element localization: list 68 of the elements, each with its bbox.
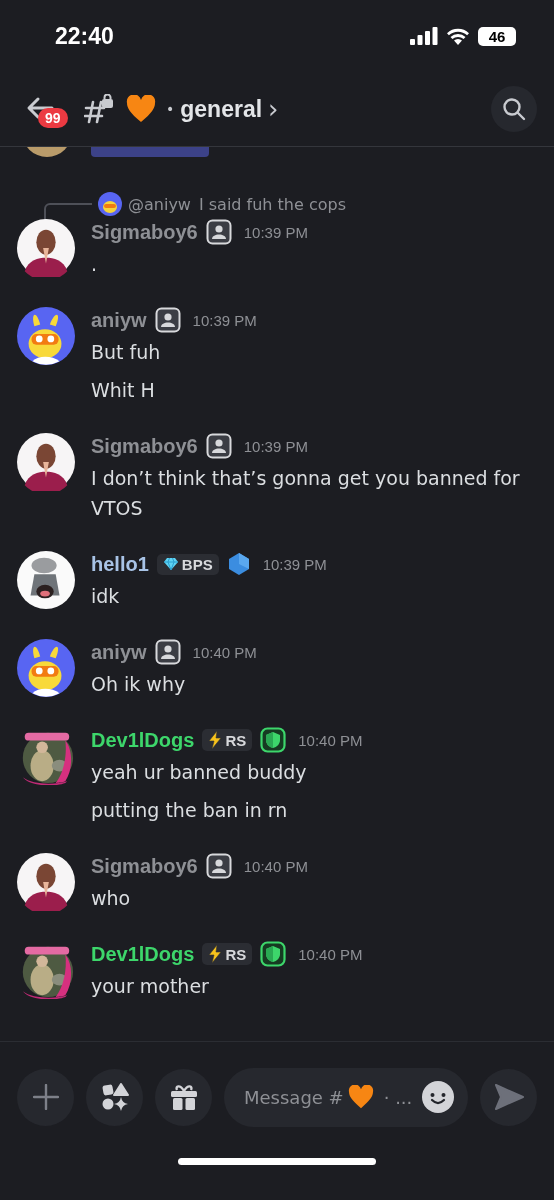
avatar[interactable] — [17, 433, 75, 491]
wifi-icon — [446, 27, 470, 45]
unread-badge: 99 — [38, 108, 68, 128]
message-text: Whit H — [91, 378, 156, 403]
hexagon-icon — [226, 552, 251, 576]
reply-avatar — [98, 192, 122, 216]
username[interactable]: Dev1lDogs — [91, 942, 195, 966]
username[interactable]: Dev1lDogs — [91, 728, 195, 752]
message-text: Oh ik why — [91, 672, 187, 697]
message-text: putting the ban in rn — [91, 798, 289, 823]
timestamp: 10:39 PM — [243, 223, 308, 241]
username[interactable]: aniyw — [91, 308, 147, 332]
timestamp: 10:40 PM — [298, 731, 363, 749]
guild-tag[interactable]: RS — [202, 729, 253, 751]
message-text: yeah ur banned buddy — [91, 760, 308, 785]
reply-author[interactable]: @aniyw — [128, 194, 191, 214]
plus-icon — [32, 1084, 59, 1110]
timestamp: 10:39 PM — [243, 437, 308, 455]
person-badge-icon — [154, 639, 181, 665]
heart-icon — [347, 1085, 374, 1109]
lightning-icon — [208, 945, 223, 963]
reply-text: I said fuh the cops — [198, 194, 346, 214]
timestamp: 10:40 PM — [192, 643, 257, 661]
chevron-icon[interactable]: › — [268, 96, 279, 122]
shield-icon — [260, 941, 287, 967]
locked-channel-icon — [84, 94, 114, 124]
person-badge-icon — [205, 219, 232, 245]
avatar[interactable] — [17, 639, 75, 697]
message-text: your mother — [91, 974, 210, 999]
heart-icon — [126, 95, 156, 123]
guild-tag[interactable]: BPS — [156, 553, 219, 575]
person-badge-icon — [205, 853, 232, 879]
message-text: I don’t think that’s gonna get you banned for VTOS — [91, 466, 521, 521]
timestamp: 10:39 PM — [192, 311, 257, 329]
smiley-icon[interactable] — [422, 1081, 454, 1113]
avatar[interactable] — [17, 219, 75, 277]
shapes-icon — [100, 1083, 129, 1111]
battery-icon: 46 — [478, 26, 516, 46]
gem-icon — [162, 557, 179, 571]
search-icon — [502, 97, 526, 121]
message-text: But fuh — [91, 340, 162, 365]
username[interactable]: aniyw — [91, 640, 147, 664]
guild-tag[interactable]: RS — [202, 943, 253, 965]
avatar[interactable] — [17, 853, 75, 911]
avatar[interactable] — [17, 551, 75, 609]
avatar[interactable] — [17, 307, 75, 365]
gift-icon — [169, 1083, 198, 1111]
separator-dot: • — [166, 101, 175, 117]
message-text: who — [91, 886, 132, 911]
username[interactable]: hello1 — [91, 552, 149, 576]
status-time: 22:40 — [55, 22, 114, 50]
message-text: idk — [91, 584, 121, 609]
search-button[interactable] — [491, 86, 537, 132]
timestamp: 10:40 PM — [298, 945, 363, 963]
timestamp: 10:39 PM — [262, 555, 327, 573]
shield-icon — [260, 727, 287, 753]
timestamp: 10:40 PM — [243, 857, 308, 875]
username[interactable]: Sigmaboy6 — [91, 854, 198, 878]
message-field[interactable]: Message # · ... — [224, 1067, 468, 1127]
lightning-icon — [208, 731, 223, 749]
username[interactable]: Sigmaboy6 — [91, 434, 198, 458]
person-badge-icon — [205, 433, 232, 459]
channel-name[interactable]: general — [180, 95, 263, 123]
message-text: . — [91, 252, 99, 277]
person-badge-icon — [154, 307, 181, 333]
send-icon — [493, 1084, 524, 1110]
username[interactable]: Sigmaboy6 — [91, 220, 198, 244]
signal-icon — [410, 27, 438, 45]
